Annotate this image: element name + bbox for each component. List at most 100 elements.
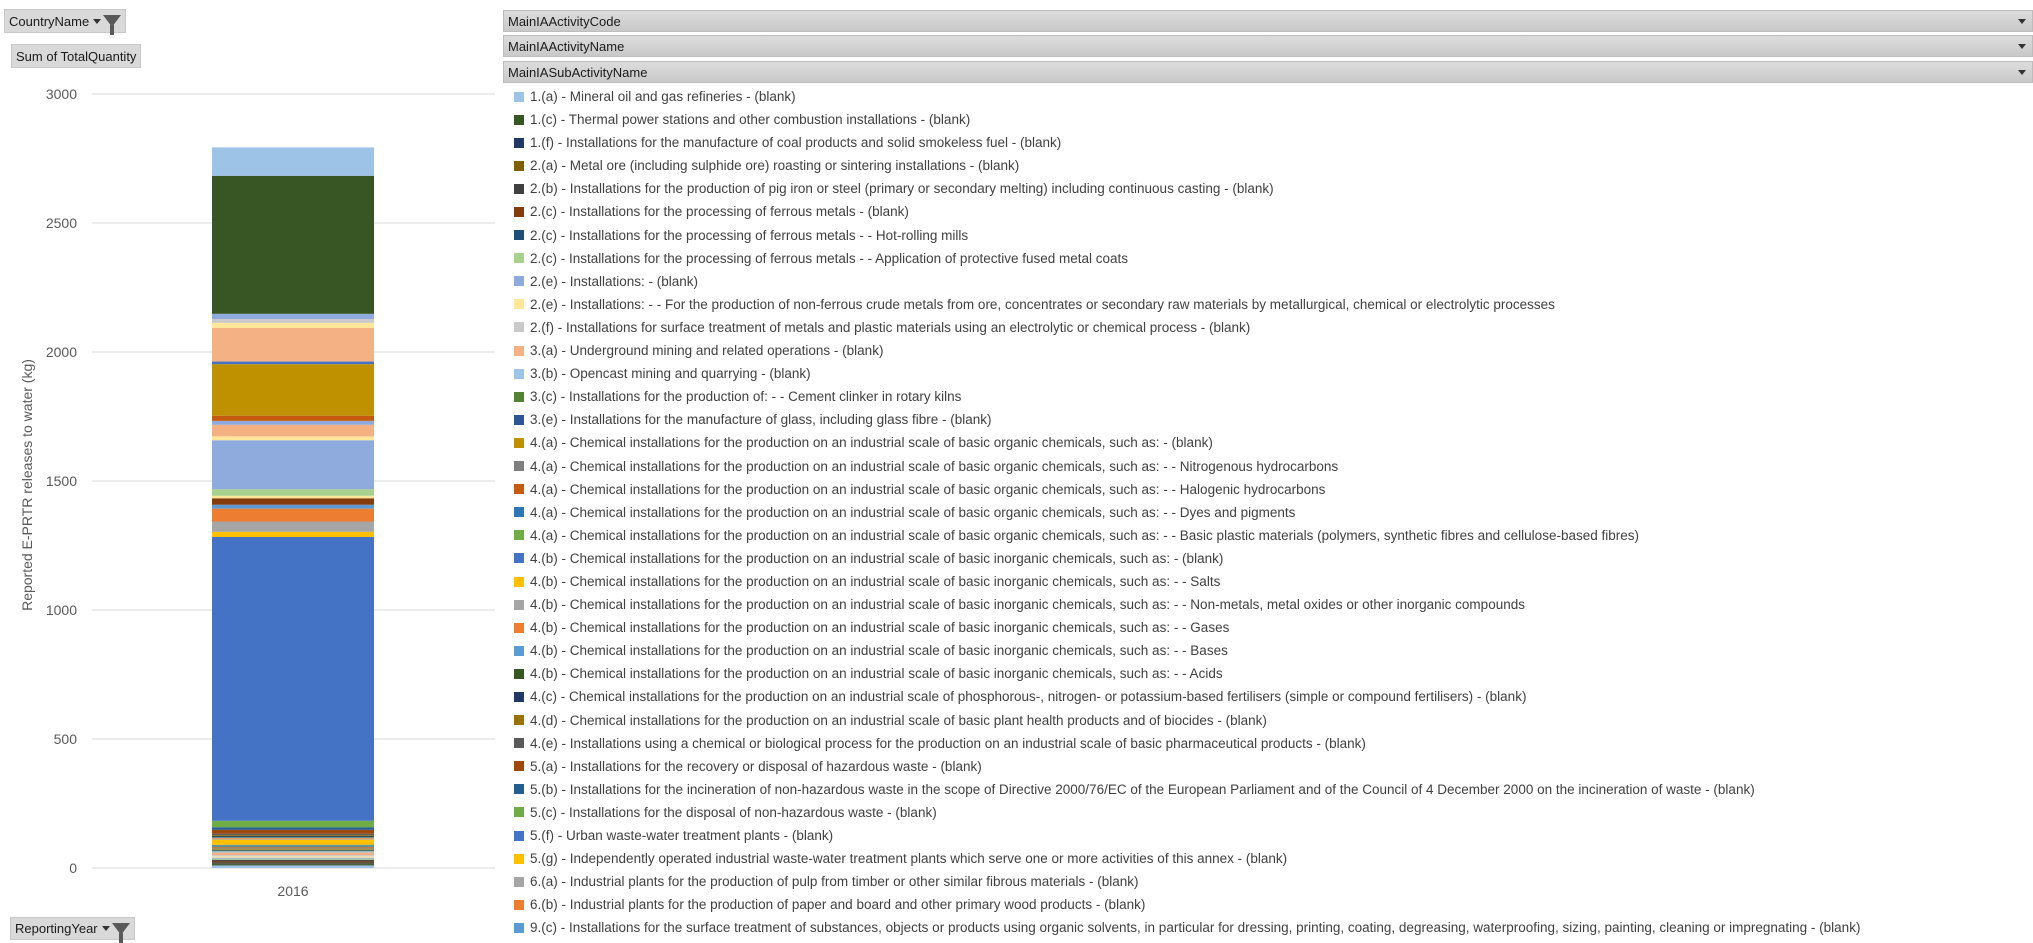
bar-segment[interactable] <box>212 848 374 850</box>
legend-item[interactable]: 3.(b) - Opencast mining and quarrying - … <box>514 362 1860 385</box>
legend-item[interactable]: 1.(a) - Mineral oil and gas refineries -… <box>514 85 1860 108</box>
bar-segment[interactable] <box>212 847 374 848</box>
legend-item[interactable]: 4.(a) - Chemical installations for the p… <box>514 431 1860 454</box>
bar-segment[interactable] <box>212 536 374 821</box>
y-tick-label: 500 <box>54 731 78 747</box>
bar-segment[interactable] <box>212 847 374 849</box>
legend-item[interactable]: 4.(a) - Chemical installations for the p… <box>514 478 1860 501</box>
bar-segment[interactable] <box>212 521 374 532</box>
main-ia-activity-code-bar[interactable]: MainIAActivityCode <box>503 10 2033 32</box>
bar-segment[interactable] <box>212 318 374 323</box>
bar-segment[interactable] <box>212 864 374 866</box>
legend-item[interactable]: 4.(b) - Chemical installations for the p… <box>514 593 1860 616</box>
legend-item[interactable]: 4.(a) - Chemical installations for the p… <box>514 501 1860 524</box>
bar-segment[interactable] <box>212 838 374 840</box>
bar-segment[interactable] <box>212 849 374 851</box>
legend-item[interactable]: 9.(c) - Installations for the surface tr… <box>514 916 1860 939</box>
reporting-year-filter-button[interactable]: ReportingYear <box>10 917 135 943</box>
bar-segment[interactable] <box>212 829 374 834</box>
main-ia-sub-activity-name-bar[interactable]: MainIASubActivityName <box>503 61 2033 83</box>
legend-item[interactable]: 5.(c) - Installations for the disposal o… <box>514 801 1860 824</box>
bar-segment[interactable] <box>212 865 374 868</box>
bar-segment[interactable] <box>212 440 374 490</box>
legend-item[interactable]: 1.(c) - Thermal power stations and other… <box>514 108 1860 131</box>
bar-segment[interactable] <box>212 846 374 848</box>
legend-item[interactable]: 4.(c) - Chemical installations for the p… <box>514 685 1860 708</box>
bar-segment[interactable] <box>212 147 374 176</box>
bar-segment[interactable] <box>212 863 374 865</box>
legend-item[interactable]: 3.(c) - Installations for the production… <box>514 385 1860 408</box>
legend-item[interactable]: 3.(a) - Underground mining and related o… <box>514 339 1860 362</box>
bar-segment[interactable] <box>212 322 374 329</box>
legend-item[interactable]: 2.(b) - Installations for the production… <box>514 177 1860 200</box>
bar-segment[interactable] <box>212 858 374 860</box>
bar-segment[interactable] <box>212 313 374 319</box>
bar-segment[interactable] <box>212 415 374 421</box>
legend-label: 4.(b) - Chemical installations for the p… <box>530 550 1224 566</box>
bar-segment[interactable] <box>212 489 374 496</box>
legend-item[interactable]: 4.(b) - Chemical installations for the p… <box>514 639 1860 662</box>
bar-segment[interactable] <box>212 504 374 509</box>
legend-item[interactable]: 5.(g) - Independently operated industria… <box>514 847 1860 870</box>
legend-item[interactable]: 4.(b) - Chemical installations for the p… <box>514 662 1860 685</box>
legend-item[interactable]: 2.(f) - Installations for surface treatm… <box>514 316 1860 339</box>
bar-segment[interactable] <box>212 859 374 861</box>
bar-segment[interactable] <box>212 498 374 505</box>
legend-item[interactable]: 2.(e) - Installations: - - For the produ… <box>514 293 1860 316</box>
legend-item[interactable]: 4.(b) - Chemical installations for the p… <box>514 616 1860 639</box>
bar-segment[interactable] <box>212 852 374 856</box>
bar-segment[interactable] <box>212 361 374 365</box>
x-tick-label: 2016 <box>277 883 308 899</box>
legend-item[interactable]: 4.(b) - Chemical installations for the p… <box>514 570 1860 593</box>
bar-segment[interactable] <box>212 839 374 845</box>
legend-item[interactable]: 6.(b) - Industrial plants for the produc… <box>514 893 1860 916</box>
legend-item[interactable]: 3.(e) - Installations for the manufactur… <box>514 408 1860 431</box>
bar-segment[interactable] <box>212 508 374 522</box>
legend-label: 2.(f) - Installations for surface treatm… <box>530 319 1251 335</box>
bar-segment[interactable] <box>212 855 374 857</box>
bar-segment[interactable] <box>212 844 374 846</box>
bar-segment[interactable] <box>212 861 374 863</box>
legend-swatch <box>514 830 524 841</box>
bar-segment[interactable] <box>212 860 374 862</box>
legend-item[interactable]: 2.(e) - Installations: - (blank) <box>514 270 1860 293</box>
bar-segment[interactable] <box>212 834 374 836</box>
bar-segment[interactable] <box>212 851 374 853</box>
legend-item[interactable]: 5.(f) - Urban waste-water treatment plan… <box>514 824 1860 847</box>
legend-item[interactable]: 2.(c) - Installations for the processing… <box>514 200 1860 223</box>
legend-item[interactable]: 2.(a) - Metal ore (including sulphide or… <box>514 154 1860 177</box>
bar-segment[interactable] <box>212 424 374 437</box>
legend-item[interactable]: 4.(d) - Chemical installations for the p… <box>514 709 1860 732</box>
main-ia-activity-name-bar[interactable]: MainIAActivityName <box>503 35 2033 57</box>
legend-item[interactable]: 4.(e) - Installations using a chemical o… <box>514 732 1860 755</box>
legend-item[interactable]: 6.(a) - Industrial plants for the produc… <box>514 870 1860 893</box>
bar-segment[interactable] <box>212 856 374 858</box>
legend-swatch <box>514 160 524 171</box>
legend-item[interactable]: 2.(c) - Installations for the processing… <box>514 224 1860 247</box>
legend-item[interactable]: 1.(f) - Installations for the manufactur… <box>514 131 1860 154</box>
bar-segment[interactable] <box>212 175 374 314</box>
bar-segment[interactable] <box>212 857 374 859</box>
bar-segment[interactable] <box>212 820 374 828</box>
bar-segment[interactable] <box>212 838 374 839</box>
bar-segment[interactable] <box>212 833 374 835</box>
bar-segment[interactable] <box>212 850 374 852</box>
bar-segment[interactable] <box>212 364 374 416</box>
bar-segment[interactable] <box>212 835 374 837</box>
legend-item[interactable]: 4.(b) - Chemical installations for the p… <box>514 547 1860 570</box>
legend-item[interactable]: 5.(a) - Installations for the recovery o… <box>514 755 1860 778</box>
legend-item[interactable]: 2.(c) - Installations for the processing… <box>514 247 1860 270</box>
bar-segment[interactable] <box>212 845 374 847</box>
legend-item[interactable]: 5.(b) - Installations for the incinerati… <box>514 778 1860 801</box>
bar-segment[interactable] <box>212 328 374 362</box>
bar-segment[interactable] <box>212 531 374 537</box>
bar-segment[interactable] <box>212 436 374 441</box>
bar-segment[interactable] <box>212 420 374 425</box>
bar-segment[interactable] <box>212 836 374 838</box>
bar-segment[interactable] <box>212 827 374 830</box>
bar-segment[interactable] <box>212 837 374 839</box>
legend-item[interactable]: 4.(a) - Chemical installations for the p… <box>514 524 1860 547</box>
bar-segment[interactable] <box>212 495 374 499</box>
bar-segment[interactable] <box>212 862 374 864</box>
legend-item[interactable]: 4.(a) - Chemical installations for the p… <box>514 455 1860 478</box>
